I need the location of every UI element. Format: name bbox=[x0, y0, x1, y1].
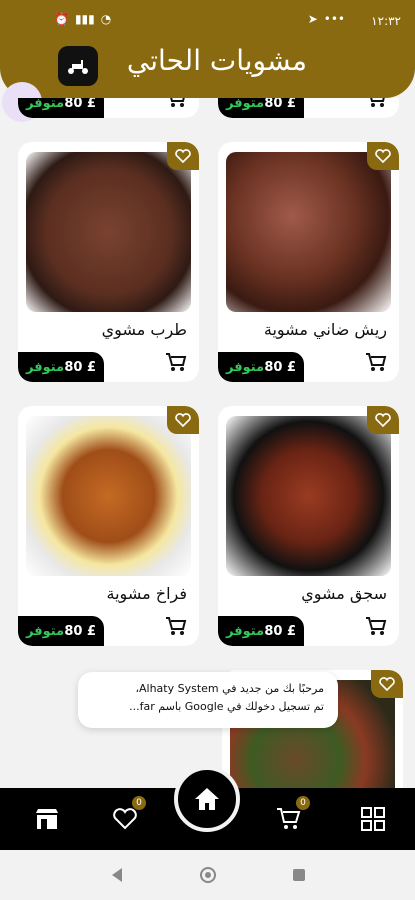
product-image bbox=[26, 416, 191, 576]
favorite-heart-icon[interactable] bbox=[167, 406, 199, 434]
recents-icon[interactable] bbox=[290, 866, 308, 884]
favorite-heart-icon[interactable] bbox=[167, 142, 199, 170]
price-value: 80 £ bbox=[264, 359, 296, 375]
availability-label: متوفر bbox=[26, 359, 65, 375]
product-card-grilled-kebab[interactable]: طرب مشوي متوفر 80 £ bbox=[18, 142, 199, 382]
telegram-icon: ➤ bbox=[307, 12, 318, 26]
store-icon[interactable] bbox=[30, 802, 64, 836]
home-icon bbox=[195, 788, 219, 810]
product-card[interactable]: متوفر 80 £ bbox=[218, 98, 399, 118]
home-button[interactable] bbox=[174, 766, 240, 832]
price-tag: متوفر 80 £ bbox=[18, 352, 104, 382]
alarm-icon: ⏰ bbox=[54, 12, 69, 26]
page-title: مشويات الحاتي bbox=[126, 44, 307, 77]
price-tag: متوفر 80 £ bbox=[218, 98, 304, 118]
availability-label: متوفر bbox=[26, 98, 65, 111]
price-tag: متوفر 80 £ bbox=[18, 616, 104, 646]
home-circle-icon[interactable] bbox=[199, 866, 217, 884]
product-name: طرب مشوي bbox=[101, 320, 187, 339]
signal-icon: ▮▮▮ bbox=[74, 12, 95, 26]
price-value: 80 £ bbox=[64, 98, 96, 111]
availability-label: متوفر bbox=[226, 359, 265, 375]
product-image bbox=[226, 152, 391, 312]
product-card[interactable]: متوفر 80 £ bbox=[18, 98, 199, 118]
back-icon[interactable] bbox=[108, 866, 126, 884]
add-to-cart-icon[interactable] bbox=[365, 98, 387, 108]
add-to-cart-icon[interactable] bbox=[365, 352, 387, 372]
add-to-cart-icon[interactable] bbox=[365, 616, 387, 636]
cart-badge: 0 bbox=[296, 796, 310, 810]
add-to-cart-icon[interactable] bbox=[165, 352, 187, 372]
status-right-icons: ➤ ••• bbox=[308, 12, 345, 26]
favorites-badge: 0 bbox=[132, 796, 146, 810]
product-card-sausage[interactable]: سجق مشوي متوفر 80 £ bbox=[218, 406, 399, 646]
price-tag: متوفر 80 £ bbox=[218, 616, 304, 646]
product-name: سجق مشوي bbox=[301, 584, 387, 603]
product-image bbox=[26, 152, 191, 312]
status-left-icons: ⏰ ▮▮▮ ◔ bbox=[54, 12, 111, 26]
add-to-cart-icon[interactable] bbox=[165, 616, 187, 636]
price-value: 80 £ bbox=[64, 623, 96, 639]
availability-label: متوفر bbox=[26, 623, 65, 639]
price-value: 80 £ bbox=[264, 98, 296, 111]
price-value: 80 £ bbox=[264, 623, 296, 639]
favorite-heart-icon[interactable] bbox=[367, 406, 399, 434]
add-to-cart-icon[interactable] bbox=[165, 98, 187, 108]
scooter-icon bbox=[68, 60, 88, 74]
bottom-nav: 0 0 bbox=[0, 766, 415, 850]
price-value: 80 £ bbox=[64, 359, 96, 375]
favorites-nav[interactable]: 0 bbox=[108, 796, 146, 836]
availability-label: متوفر bbox=[226, 98, 265, 111]
product-name: فراخ مشوية bbox=[106, 584, 187, 603]
status-time: ١٢:٣٢ bbox=[371, 14, 401, 28]
login-toast: مرحبًا بك من جديد في Alhaty System، تم ت… bbox=[78, 672, 338, 728]
wifi-icon: ◔ bbox=[100, 12, 112, 26]
grid-menu-icon[interactable] bbox=[356, 802, 390, 836]
cart-icon bbox=[277, 808, 301, 829]
price-tag: متوفر 80 £ bbox=[18, 98, 104, 118]
favorite-heart-icon[interactable] bbox=[367, 142, 399, 170]
cart-nav[interactable]: 0 bbox=[272, 796, 310, 836]
app-header: مشويات الحاتي bbox=[0, 36, 415, 122]
product-card-grilled-chicken[interactable]: فراخ مشوية متوفر 80 £ bbox=[18, 406, 199, 646]
heart-icon bbox=[113, 808, 137, 830]
availability-label: متوفر bbox=[226, 623, 265, 639]
product-card-lamb-chops[interactable]: ريش ضاني مشوية متوفر 80 £ bbox=[218, 142, 399, 382]
price-tag: متوفر 80 £ bbox=[218, 352, 304, 382]
system-nav bbox=[0, 850, 415, 900]
toast-line-2: تم تسجيل دخولك في Google باسم far... bbox=[129, 700, 324, 713]
product-image bbox=[226, 416, 391, 576]
favorite-heart-icon[interactable] bbox=[371, 670, 403, 698]
app-logo bbox=[58, 46, 98, 86]
product-name: ريش ضاني مشوية bbox=[263, 320, 387, 339]
more-dots-icon: ••• bbox=[323, 12, 345, 26]
toast-line-1: مرحبًا بك من جديد في Alhaty System، bbox=[135, 682, 324, 695]
